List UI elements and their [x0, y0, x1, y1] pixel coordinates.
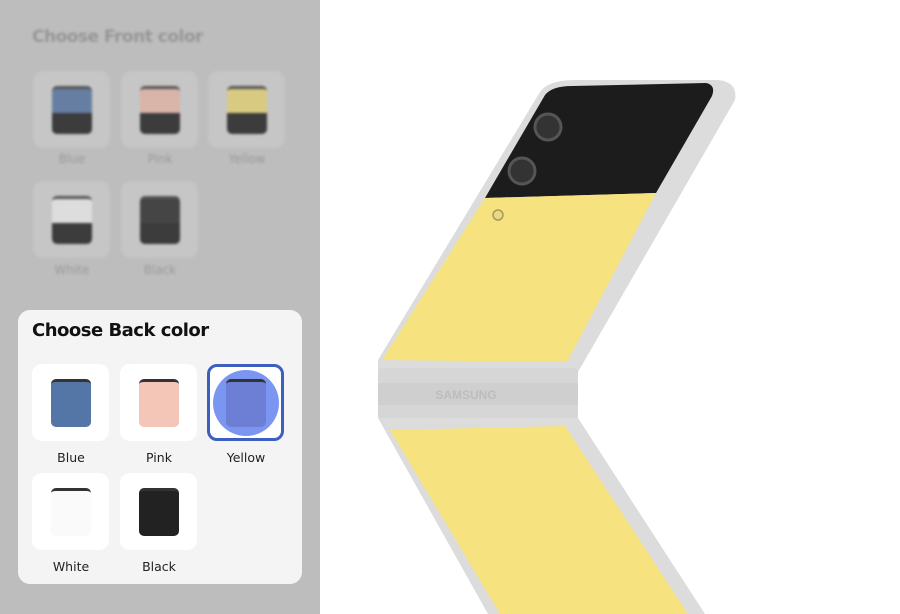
camera-lens-icon	[507, 156, 537, 186]
brand-text: SAMSUNG	[435, 388, 496, 402]
flash-icon	[492, 209, 504, 221]
camera-lens-icon	[533, 112, 563, 142]
phone-preview: SAMSUNG	[378, 80, 736, 614]
